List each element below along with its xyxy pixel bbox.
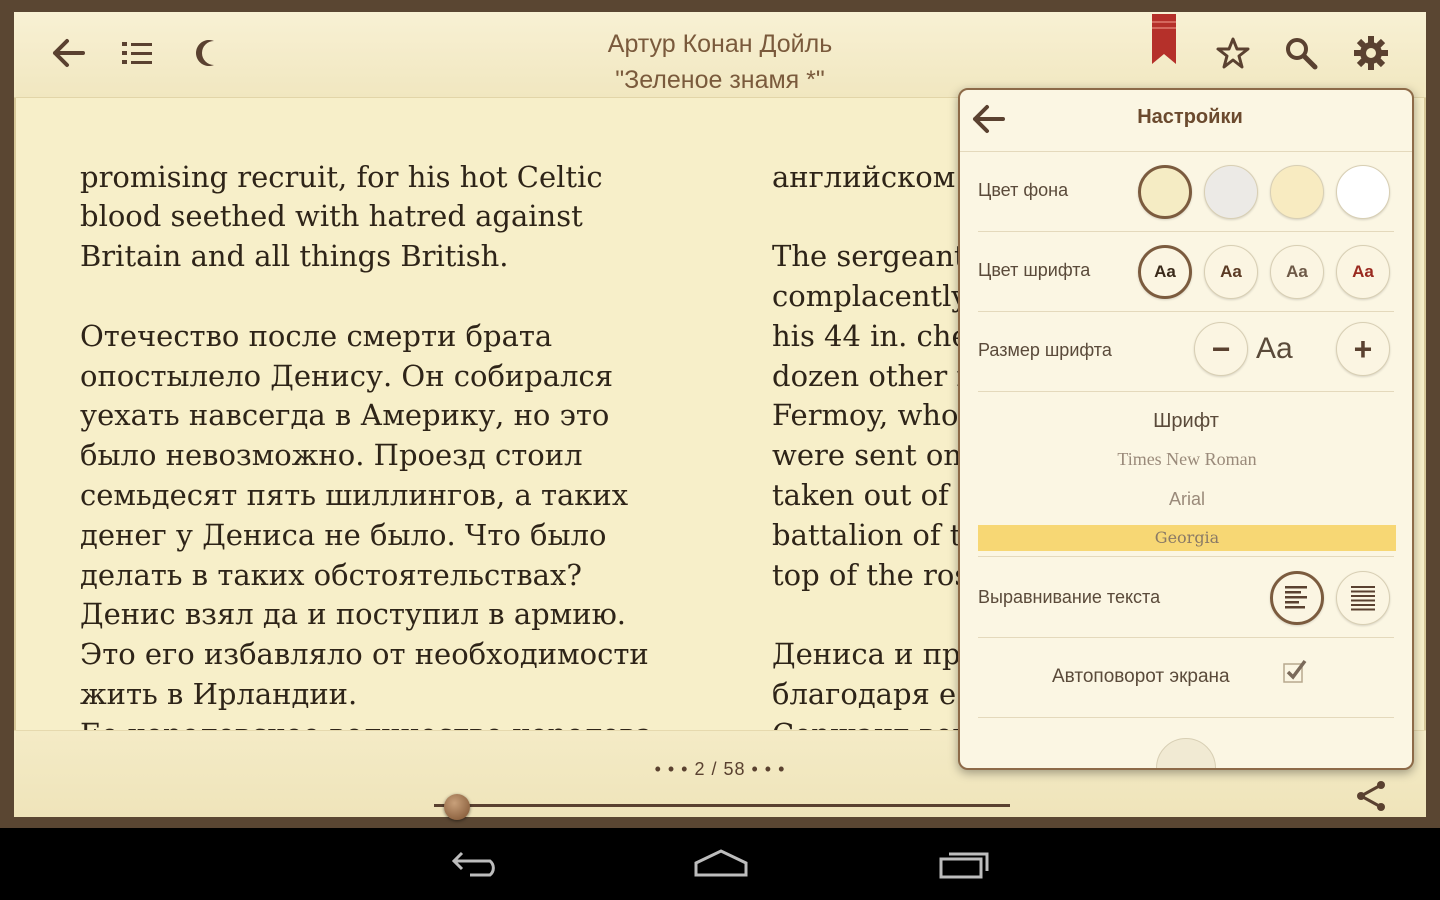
moon-icon[interactable] (182, 28, 232, 78)
settings-header: Настройки (960, 90, 1412, 152)
left-text-line: денег у Дениса не было. Что было (80, 517, 607, 552)
book-title: "Зеленое знамя *" (615, 66, 825, 94)
page-indicator: • • • 2 / 58 • • • (654, 759, 786, 779)
font-color-swatch[interactable]: Aa (1138, 245, 1192, 299)
left-text-line: жить в Ирландии. (80, 676, 358, 711)
left-text-line (80, 277, 720, 317)
text-column-left: promising recruit, for his hot Celtic blo… (80, 98, 720, 738)
bg-color-swatch[interactable] (1138, 165, 1192, 219)
gear-icon[interactable] (1346, 28, 1396, 78)
font-size-decrease-button[interactable]: − (1194, 322, 1248, 376)
font-option-arial[interactable]: Arial (978, 486, 1396, 512)
left-text-line: семьдесят пять шиллингов, а таких (80, 477, 629, 512)
right-text-line: Дениса и пр (772, 637, 961, 672)
bg-color-swatch[interactable] (1270, 165, 1324, 219)
font-color-swatch[interactable]: Aa (1270, 245, 1324, 299)
bg-color-swatch[interactable] (1336, 165, 1390, 219)
autorotate-checkbox[interactable] (1282, 658, 1308, 684)
right-text-line: taken out of (772, 477, 949, 512)
book-author: Артур Конан Дойль (607, 30, 833, 58)
font-color-swatch[interactable]: Aa (1204, 245, 1258, 299)
nav-home-icon[interactable] (676, 842, 766, 886)
left-text-line: Это его избавляло от необходимости (80, 637, 649, 672)
right-text-line (772, 595, 972, 635)
text-align-row: Выравнивание текста (978, 556, 1394, 638)
left-text-line: blood seethed with hatred against (80, 199, 583, 234)
list-icon[interactable] (112, 28, 162, 78)
top-toolbar: Артур Конан Дойль "Зеленое знамя *" (14, 12, 1426, 98)
arrow-left-icon[interactable] (44, 28, 94, 78)
left-text-line: Денис взял да и поступил в армию. (80, 597, 627, 632)
right-text-line (772, 197, 972, 237)
bg-color-row: Цвет фона (978, 152, 1394, 232)
bg-color-swatch[interactable] (1204, 165, 1258, 219)
right-text-line: благодаря е (772, 676, 957, 711)
font-option-times[interactable]: Times New Roman (978, 446, 1396, 472)
font-family-heading: Шрифт (1153, 410, 1219, 432)
align-justify-icon (1351, 586, 1375, 611)
right-text-line: complacently (772, 278, 968, 313)
progress-slider-thumb[interactable] (444, 794, 471, 820)
bg-color-label: Цвет фона (978, 180, 1069, 200)
font-size-row: Размер шрифта − Aa + (978, 312, 1394, 392)
right-text-line: top of the ros (772, 557, 970, 592)
font-option-georgia[interactable]: Georgia (978, 525, 1396, 551)
right-text-line: battalion of t (772, 517, 962, 552)
right-text-line: dozen other r (772, 358, 971, 393)
progress-slider-track[interactable] (434, 804, 1010, 807)
settings-title: Настройки (1137, 106, 1243, 128)
right-text-line: The sergeant (772, 239, 966, 274)
font-color-label: Цвет шрифта (978, 260, 1091, 280)
font-size-preview: Aa (1256, 332, 1293, 365)
nav-back-icon[interactable] (432, 842, 522, 886)
share-icon[interactable] (1354, 779, 1388, 817)
align-justify-button[interactable] (1336, 571, 1390, 625)
left-text-line: Britain and all things British. (80, 239, 509, 274)
search-icon[interactable] (1276, 28, 1326, 78)
nav-recents-icon[interactable] (920, 842, 1010, 886)
settings-panel: Настройки Цвет фона Цвет шрифта Aa Aa Aa Aa… (958, 88, 1414, 770)
font-color-row: Цвет шрифта Aa Aa Aa Aa (978, 232, 1394, 312)
left-text-line: уехать навсегда в Америку, но это (80, 398, 610, 433)
right-text-line: английском (772, 159, 956, 194)
right-text-line: were sent on (772, 438, 962, 473)
left-text-line: опостылело Денису. Он собирался (80, 358, 614, 393)
divider (978, 717, 1394, 718)
align-left-icon (1285, 586, 1307, 609)
bookmark-icon[interactable] (1152, 14, 1176, 64)
left-text-line: делать в таких обстоятельствах? (80, 557, 582, 592)
autorotate-label: Автоповорот экрана (1052, 666, 1230, 687)
left-text-line: было невозможно. Проезд стоил (80, 438, 583, 473)
system-nav-bar (0, 828, 1440, 900)
font-size-label: Размер шрифта (978, 340, 1112, 360)
right-text-line: Fermoy, who (772, 398, 959, 433)
partial-button[interactable] (1156, 738, 1216, 768)
right-text-line: his 44 in. che (772, 318, 969, 353)
left-text-line: Отечество после смерти брата (80, 318, 553, 353)
align-left-button[interactable] (1270, 571, 1324, 625)
font-color-swatch[interactable]: Aa (1336, 245, 1390, 299)
book-title-block: Артур Конан Дойль "Зеленое знамя *" (514, 26, 926, 98)
font-size-increase-button[interactable]: + (1336, 322, 1390, 376)
text-align-label: Выравнивание текста (978, 587, 1161, 607)
text-column-right: английском The sergeant complacently his 44… (772, 98, 972, 738)
star-icon[interactable] (1208, 28, 1258, 78)
left-text-line: promising recruit, for his hot Celtic (80, 159, 603, 194)
settings-back-arrow-icon[interactable] (972, 104, 1006, 138)
